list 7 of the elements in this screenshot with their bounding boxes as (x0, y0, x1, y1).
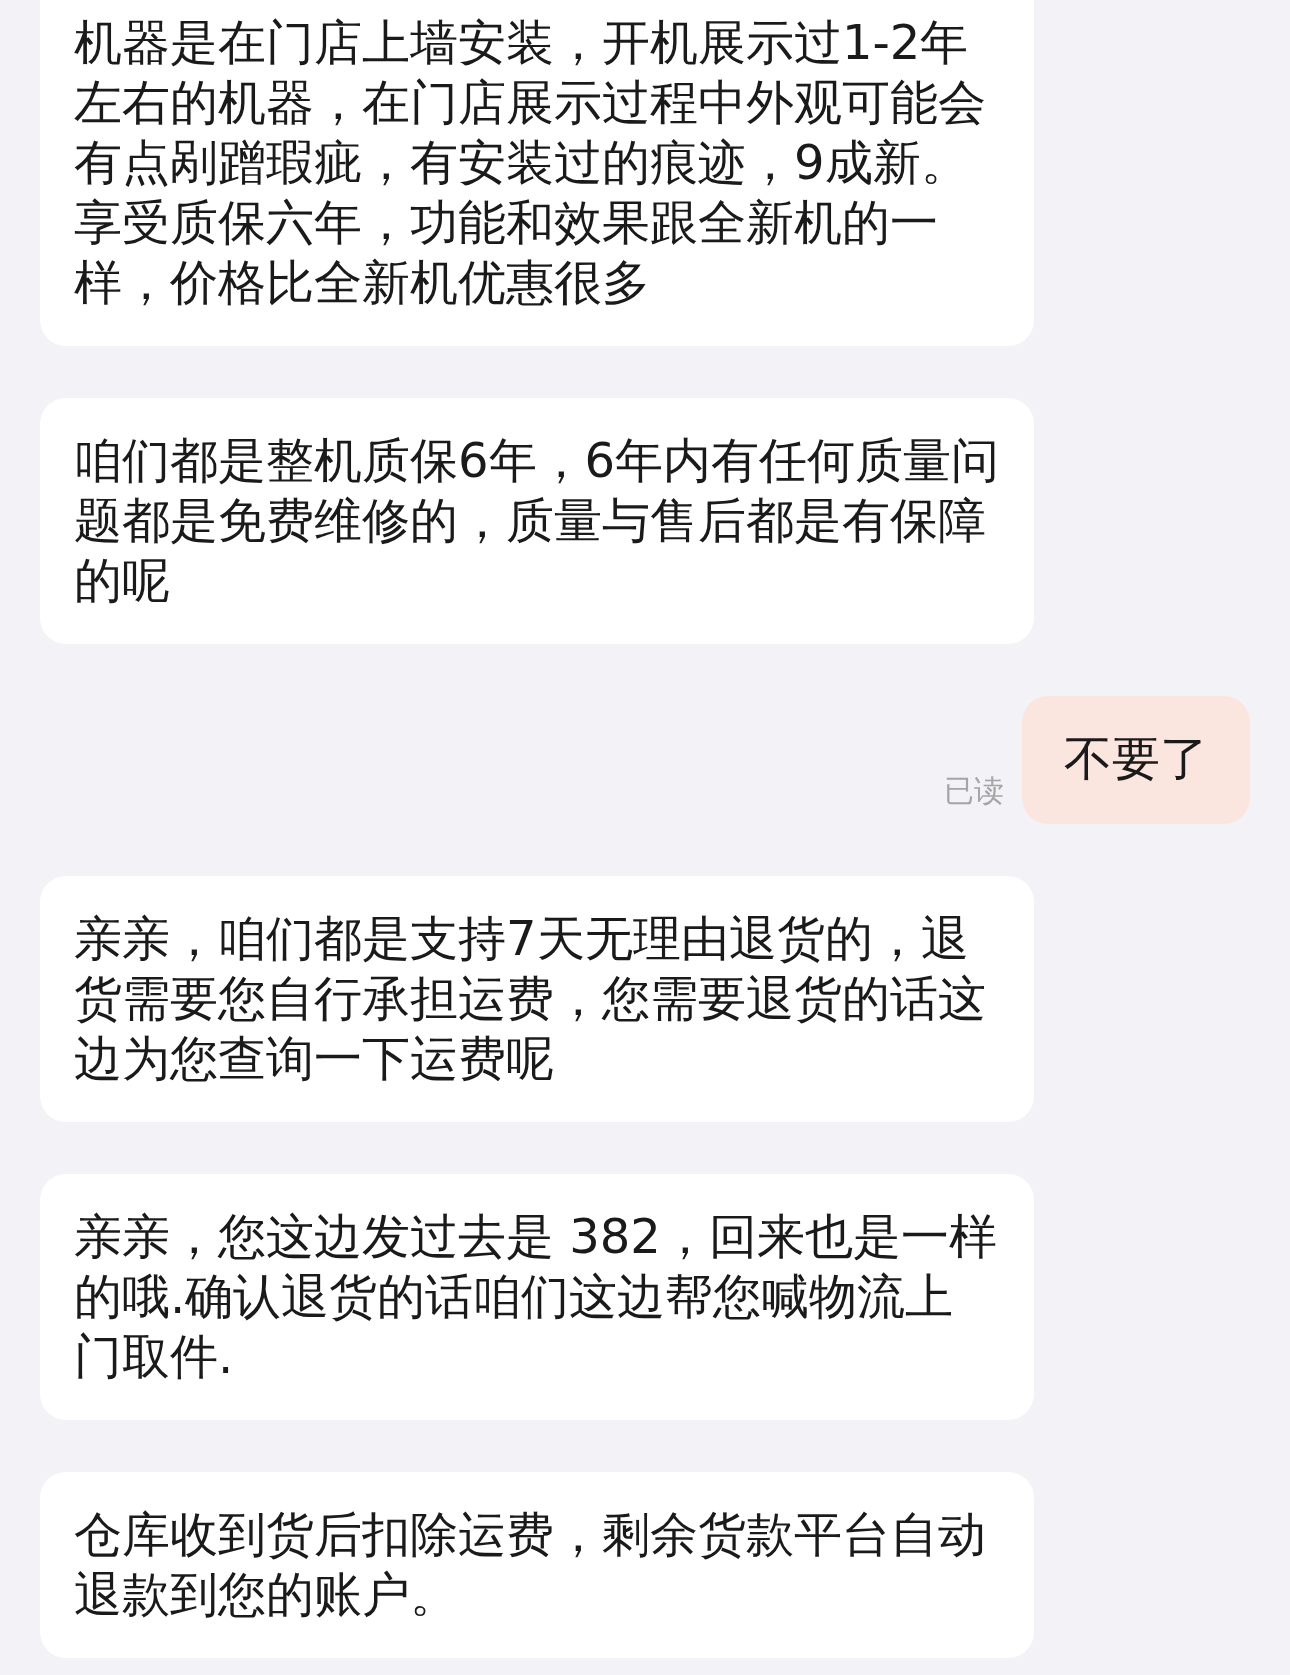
received-message-bubble: 亲亲，您这边发过去是 382，回来也是一样的哦.确认退货的话咱们这边帮您喊物流上门取件. (40, 1174, 1034, 1420)
received-message-bubble: 机器是在门店上墙安装，开机展示过1-2年左右的机器，在门店展示过程中外观可能会有点剐蹭瑕疵，有安装过的痕迹，9成新。享受质保六年，功能和效果跟全新机的一样，价格比全新机优惠很多 (40, 0, 1034, 346)
read-receipt: 已读 (944, 772, 1004, 810)
sent-message-bubble: 不要了 (1022, 696, 1250, 824)
received-message-bubble: 仓库收到货后扣除运费，剩余货款平台自动退款到您的账户。 (40, 1472, 1034, 1658)
received-message-bubble: 亲亲，咱们都是支持7天无理由退货的，退货需要您自行承担运费，您需要退货的话这边为您查询一下运费呢 (40, 876, 1034, 1122)
received-message-bubble: 咱们都是整机质保6年，6年内有任何质量问题都是免费维修的，质量与售后都是有保障的呢 (40, 398, 1034, 644)
